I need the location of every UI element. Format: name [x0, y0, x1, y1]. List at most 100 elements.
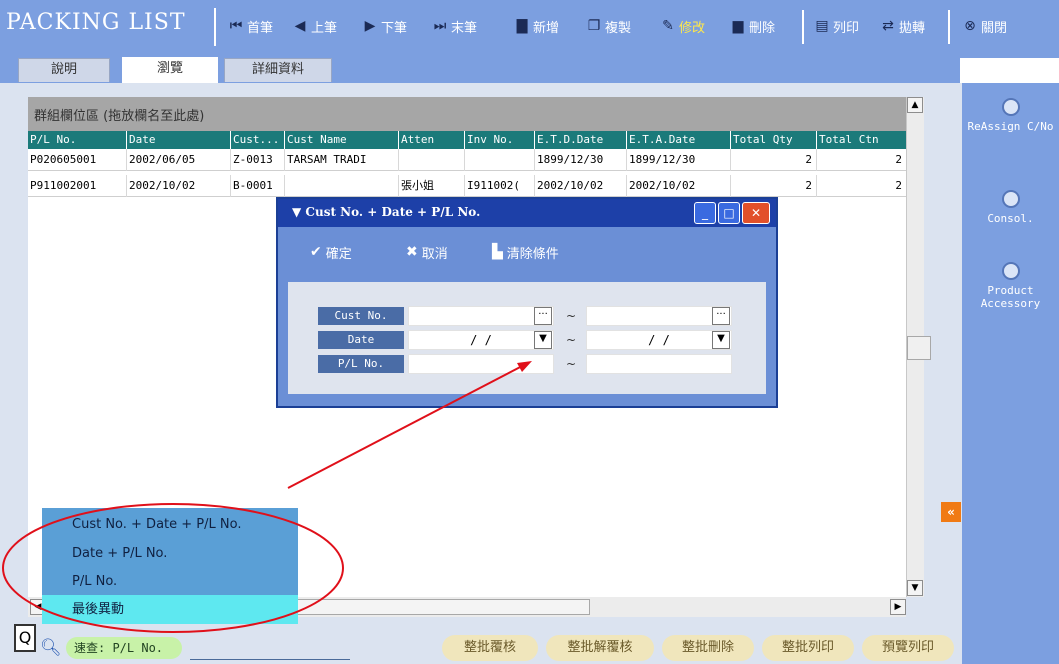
scroll-up-button[interactable]: ▲: [907, 97, 923, 113]
ellipsis-lookup-button[interactable]: ···: [712, 307, 730, 325]
dialog-ok-button[interactable]: ✔ 確定: [310, 243, 352, 262]
cell-pl-no: P911002001: [30, 179, 97, 192]
title-divider: [214, 8, 216, 46]
cell-cust-name: [284, 175, 398, 197]
first-record-icon: ⏮: [229, 18, 243, 34]
ellipsis-lookup-button[interactable]: ···: [534, 307, 552, 325]
column-header[interactable]: Total Ctn: [816, 131, 906, 149]
app-title: PACKING LIST: [6, 10, 186, 35]
transfer-button[interactable]: ⇄ 拋轉: [880, 16, 925, 36]
minimize-button[interactable]: _: [694, 202, 716, 224]
dialog-title: ▼ Cust No. + Date + P/L No.: [292, 205, 481, 219]
maximize-button[interactable]: □: [718, 202, 740, 224]
pl-no-from-input[interactable]: [408, 354, 554, 374]
cell-eta: 1899/12/30: [626, 149, 730, 171]
magnifier-icon: [1001, 190, 1020, 208]
tab-browse[interactable]: 瀏覽: [122, 57, 218, 83]
scroll-down-button[interactable]: ▼: [907, 580, 923, 596]
cell-date: 2002/10/02: [126, 175, 230, 197]
column-header[interactable]: Inv No.: [464, 131, 534, 149]
collapse-panel-button[interactable]: «: [941, 502, 961, 522]
magnifier-icon: [1001, 98, 1020, 116]
query-mode-button[interactable]: Q: [14, 624, 36, 652]
scroll-right-button[interactable]: ▶: [890, 599, 906, 615]
column-header[interactable]: P/L No.: [28, 131, 126, 149]
tab-details[interactable]: 詳細資料: [224, 58, 332, 82]
cell-etd: 2002/10/02: [534, 175, 626, 197]
cell-inv-no: [464, 149, 534, 171]
date-from-input[interactable]: / /: [408, 330, 554, 350]
batch-delete-button[interactable]: 整批刪除: [662, 635, 754, 661]
pl-no-to-input[interactable]: [586, 354, 732, 374]
column-header[interactable]: Cust...: [230, 131, 284, 149]
edit-icon: ✎: [662, 18, 674, 34]
column-header[interactable]: Atten: [398, 131, 464, 149]
product-accessory-button[interactable]: Product Accessory: [962, 262, 1059, 310]
add-button[interactable]: ▇ 新增: [514, 16, 559, 36]
cell-total-qty: 2: [730, 175, 816, 197]
range-separator: ~: [566, 357, 577, 371]
range-separator: ~: [566, 333, 577, 347]
toolbar-divider: [802, 10, 804, 44]
dialog-close-button[interactable]: ✕: [742, 202, 770, 224]
dialog-cancel-button[interactable]: ✖ 取消: [406, 243, 448, 262]
tab-description[interactable]: 說明: [18, 58, 110, 82]
cell-date: 2002/06/05: [126, 149, 230, 171]
column-header[interactable]: Total Qty: [730, 131, 816, 149]
trash-icon: ▆: [732, 18, 744, 34]
cell-total-ctn: 2: [816, 149, 906, 171]
table-row[interactable]: P020605001 2002/06/05 Z-0013 TARSAM TRAD…: [28, 149, 906, 171]
quick-search-input[interactable]: [190, 638, 350, 660]
date-dropdown-button[interactable]: ▼: [712, 331, 730, 349]
search-icon[interactable]: 🔍︎: [40, 638, 62, 658]
vertical-scroll-thumb[interactable]: [907, 336, 931, 360]
batch-print-button[interactable]: 整批列印: [762, 635, 854, 661]
date-dropdown-button[interactable]: ▼: [534, 331, 552, 349]
quick-search-label[interactable]: 速查: P/L No.: [66, 637, 182, 659]
copy-button[interactable]: ❐ 複製: [586, 16, 631, 36]
dropdown-option[interactable]: P/L No.: [42, 567, 298, 596]
cell-total-ctn: 2: [816, 175, 906, 197]
print-button[interactable]: ▤ 列印: [814, 16, 859, 36]
date-label: Date: [318, 331, 404, 349]
pl-no-label: P/L No.: [318, 355, 404, 373]
table-row[interactable]: P911002001 2002/10/02 B-0001 張小姐 I911002…: [28, 175, 906, 197]
dropdown-option[interactable]: Cust No. + Date + P/L No.: [42, 510, 298, 539]
reassign-carton-button[interactable]: ReAssign C/No: [962, 98, 1059, 133]
dropdown-option[interactable]: Date + P/L No.: [42, 539, 298, 568]
last-record-button[interactable]: ⏭ 末筆: [432, 16, 477, 36]
print-preview-button[interactable]: 預覽列印: [862, 635, 954, 661]
next-record-button[interactable]: ▶ 下筆: [362, 16, 407, 36]
close-button[interactable]: ⊗ 關閉: [962, 16, 1007, 36]
cell-eta: 2002/10/02: [626, 175, 730, 197]
batch-approve-button[interactable]: 整批覆核: [442, 635, 538, 661]
edit-button[interactable]: ✎ 修改: [660, 16, 705, 36]
prev-record-button[interactable]: ◀ 上筆: [292, 16, 337, 36]
next-record-icon: ▶: [364, 18, 376, 34]
document-icon: ▙: [492, 244, 503, 260]
check-icon: ✔: [310, 244, 322, 260]
cust-no-from-input[interactable]: [408, 306, 554, 326]
column-header[interactable]: Cust Name: [284, 131, 398, 149]
batch-unapprove-button[interactable]: 整批解覆核: [546, 635, 654, 661]
cell-atten: 張小姐: [398, 175, 464, 197]
cell-inv-no: I911002(: [464, 175, 534, 197]
column-header[interactable]: E.T.D.Date: [534, 131, 626, 149]
cell-pl-no: P020605001: [30, 153, 97, 166]
dropdown-option-selected[interactable]: 最後異動: [42, 595, 298, 624]
consolidate-button[interactable]: Consol.: [962, 190, 1059, 225]
dialog-clear-button[interactable]: ▙ 清除條件: [492, 243, 559, 262]
delete-button[interactable]: ▆ 刪除: [730, 16, 775, 36]
column-header[interactable]: Date: [126, 131, 230, 149]
group-by-area[interactable]: 群組欄位區 (拖放欄名至此處): [28, 97, 906, 131]
range-separator: ~: [566, 309, 577, 323]
date-to-input[interactable]: / /: [586, 330, 732, 350]
close-icon: ⊗: [964, 18, 976, 34]
last-record-icon: ⏭: [433, 18, 447, 34]
cell-atten: [398, 149, 464, 171]
cust-no-to-input[interactable]: [586, 306, 732, 326]
column-header[interactable]: E.T.A.Date: [626, 131, 730, 149]
cross-icon: ✖: [406, 244, 418, 260]
cell-cust-no: Z-0013: [230, 149, 284, 171]
first-record-button[interactable]: ⏮ 首筆: [228, 16, 273, 36]
